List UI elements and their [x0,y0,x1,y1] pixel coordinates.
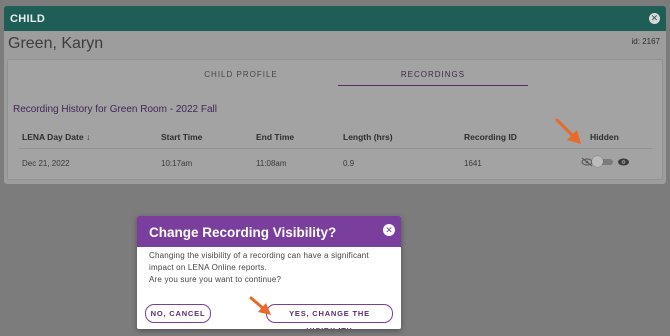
column-header-end[interactable]: End Time [256,132,294,142]
column-header-recording-id[interactable]: Recording ID [464,132,517,142]
sort-arrow-icon: ↓ [85,132,91,142]
dialog-title: Change Recording Visibility? [149,225,337,240]
table-divider [18,148,652,149]
cell-length: 0.9 [343,159,355,168]
active-tab-indicator [338,85,528,86]
dialog-message: Changing the visibility of a recording c… [137,247,401,286]
close-icon[interactable]: ✕ [649,13,660,24]
column-header-length[interactable]: Length (hrs) [343,132,393,142]
dialog-message-line: Changing the visibility of a recording c… [149,251,369,260]
panel-header: CHILD ✕ [4,6,666,31]
eye-icon [618,158,629,166]
child-panel: CHILD ✕ Green, Karyn id: 2167 CHILD PROF… [4,6,666,184]
tab-bar: CHILD PROFILE RECORDINGS [8,60,662,90]
arrow-icon [555,118,581,144]
confirm-visibility-button[interactable]: YES, CHANGE THE VISIBILITY [266,304,393,329]
tab-recordings[interactable]: RECORDINGS [338,70,528,79]
tab-child-profile[interactable]: CHILD PROFILE [176,70,306,79]
cancel-button[interactable]: NO, CANCEL [145,304,211,323]
close-icon[interactable]: ✕ [383,224,395,236]
dialog-message-line: impact on LENA Online reports. [149,263,268,272]
column-header-start[interactable]: Start Time [161,132,202,142]
cell-start: 10:17am [161,159,193,168]
cell-recording-id: 1641 [464,159,482,168]
child-name: Green, Karyn [8,35,104,52]
column-header-date[interactable]: LENA Day Date ↓ [22,132,90,142]
arrow-icon [249,296,271,315]
dialog-header: Change Recording Visibility? ✕ [137,216,401,247]
cell-date: Dec 21, 2022 [22,159,70,168]
panel-title: CHILD [10,12,46,25]
dialog-message-line: Are you sure you want to continue? [149,275,282,284]
child-id: id: 2167 [631,37,660,46]
history-title: Recording History for Green Room - 2022 … [13,104,217,115]
toggle-thumb[interactable] [592,156,603,167]
column-header-hidden: Hidden [590,132,619,142]
cell-end: 11:08am [256,159,287,168]
